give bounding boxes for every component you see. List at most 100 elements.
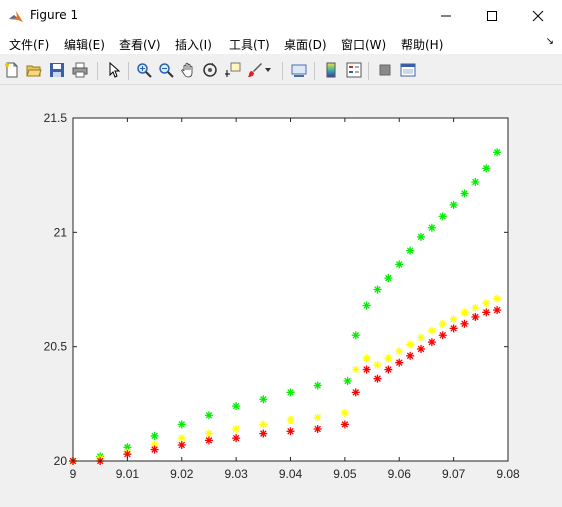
data-cursor-button[interactable] [223,60,243,80]
colorbar-button[interactable] [321,60,341,80]
close-icon [532,10,544,22]
toolbar-separator [128,62,129,80]
minimize-icon [441,15,451,17]
scatter-point [460,308,469,317]
open-file-icon [26,65,42,77]
colorbar-icon [326,62,336,78]
menu-desktop[interactable]: 桌面(D) [284,36,327,53]
matlab-logo-icon [9,11,23,22]
scatter-point [351,388,360,397]
scatter-point [204,411,213,420]
scatter-point [417,344,425,353]
scatter-point [471,303,480,312]
scatter-point [438,331,447,340]
menu-insert[interactable]: 插入(I) [175,36,212,53]
x-tick-label: 9.04 [279,467,303,481]
toolbar-separator [314,62,315,80]
scatter-point [427,338,436,347]
toolbar-separator [368,62,369,80]
scatter-point [259,429,268,438]
menu-bar: 文件(F) 编辑(E) 查看(V) 插入(I) 工具(T) 桌面(D) 窗口(W… [0,32,562,54]
new-figure-button[interactable] [2,60,22,80]
x-tick-label: 9.02 [170,467,194,481]
scatter-point [286,415,295,424]
print-button[interactable] [70,60,90,80]
window-title: Figure 1 [30,8,79,22]
scatter-point [343,376,352,385]
scatter-point [427,326,436,335]
brush-dropdown-button[interactable] [263,60,273,80]
y-tick-label: 20 [54,454,68,468]
scatter-point [384,274,393,283]
scatter-point [493,294,502,303]
new-figure-icon [5,62,18,78]
open-file-button[interactable] [24,60,44,80]
scatter-point [313,381,322,390]
zoom-in-button[interactable] [134,60,154,80]
scatter-point [313,413,322,422]
title-bar: Figure 1 [0,0,562,32]
brush-icon [248,63,262,77]
scatter-point [362,365,371,374]
scatter-point [362,301,371,310]
maximize-icon [487,11,497,21]
y-tick-label: 21.5 [44,111,68,125]
hide-plot-tools-button[interactable] [375,60,395,80]
scatter-point [313,424,322,433]
link-plot-icon [291,64,307,77]
zoom-out-button[interactable] [156,60,176,80]
scatter-point [406,351,415,360]
menu-dock-arrow[interactable]: ↘ [546,36,554,47]
brush-dropdown-icon [265,68,271,72]
scatter-point [373,360,382,369]
scatter-point [340,408,349,417]
show-plot-tools-button[interactable] [398,60,418,80]
y-tick-labels: 20 20.5 21 21.5 [44,111,68,468]
menu-tools[interactable]: 工具(T) [229,36,270,53]
menu-file[interactable]: 文件(F) [9,36,49,53]
pan-button[interactable] [178,60,198,80]
x-tick-label: 9.05 [333,467,357,481]
legend-icon [346,62,362,78]
scatter-point [373,374,382,383]
menu-help[interactable]: 帮助(H) [401,36,443,53]
menu-edit[interactable]: 编辑(E) [64,36,105,53]
scatter-point [482,299,491,308]
legend-button[interactable] [344,60,364,80]
rotate-3d-button[interactable] [200,60,220,80]
figure-canvas[interactable]: 9 9.01 9.02 9.03 9.04 9.05 9.06 9.07 9.08 20 20.5… [0,85,562,507]
close-button[interactable] [515,0,561,32]
menu-view[interactable]: 查看(V) [119,36,161,53]
x-tick-label: 9.07 [442,467,466,481]
y-tick-label: 20.5 [44,340,68,354]
scatter-point [232,424,241,433]
edit-plot-button[interactable] [104,60,124,80]
minimize-button[interactable] [423,0,469,32]
scatter-point [406,246,415,255]
data-cursor-icon [225,62,241,77]
link-plot-button[interactable] [289,60,309,80]
maximize-button[interactable] [469,0,515,32]
y-tick-label: 21 [54,225,68,239]
x-tick-labels: 9 9.01 9.02 9.03 9.04 9.05 9.06 9.07 9.08 [70,467,520,481]
scatter-point [177,434,186,443]
scatter-point [384,365,393,374]
scatter-point [232,434,241,443]
save-button[interactable] [47,60,67,80]
scatter-point [340,420,349,429]
brush-button[interactable] [245,60,265,80]
scatter-point [460,319,469,328]
scatter-point [259,420,268,429]
scatter-point [395,260,404,269]
scatter-point [150,431,159,440]
axes-background [73,118,508,461]
toolbar-separator [97,62,98,80]
save-icon [50,63,64,77]
plot-axes[interactable]: 9 9.01 9.02 9.03 9.04 9.05 9.06 9.07 9.08 20 20.5… [0,85,562,507]
x-tick-label: 9.06 [388,467,412,481]
toolbar-separator [282,62,283,80]
x-tick-label: 9.01 [116,467,140,481]
menu-window[interactable]: 窗口(W) [341,36,386,53]
scatter-point [150,445,159,454]
scatter-point [395,358,404,367]
